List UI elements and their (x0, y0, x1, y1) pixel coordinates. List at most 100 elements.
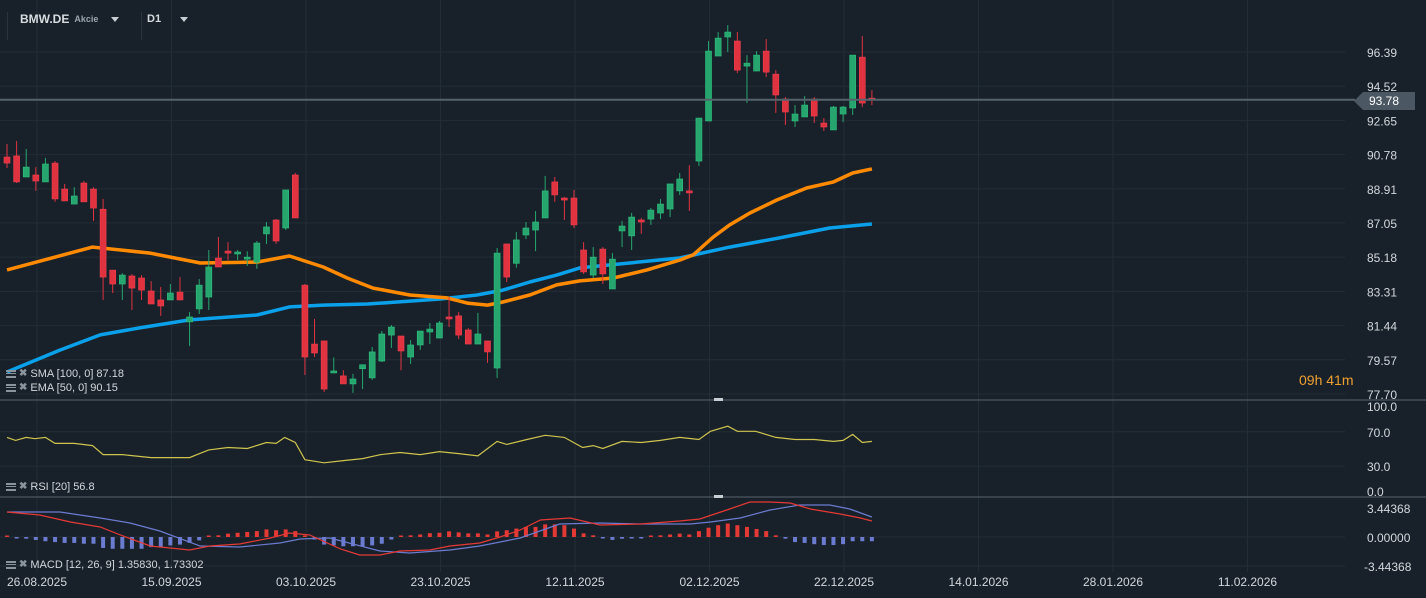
candles (3, 25, 876, 393)
candle-body (445, 316, 453, 320)
candle-body (407, 344, 414, 358)
candle-down (311, 318, 318, 358)
macd-histogram-bar-negative (841, 537, 846, 545)
candle-down (215, 236, 222, 268)
settings-lines-icon[interactable] (6, 384, 16, 392)
macd-histogram-bar-positive (206, 535, 211, 537)
rsi-axis-label: 70.0 (1367, 426, 1391, 440)
candle-down (320, 340, 328, 392)
candle-body (561, 197, 568, 201)
candle-up (388, 325, 395, 348)
macd-histogram-bar-negative (14, 537, 19, 539)
macd-histogram-bar-negative (821, 537, 826, 546)
macd-histogram-bar-positive (235, 532, 240, 537)
candle-down (32, 167, 40, 191)
macd-histogram-bar-negative (793, 537, 798, 543)
candle-body (215, 257, 222, 268)
candle-body (70, 195, 78, 205)
macd-histogram-bar-positive (456, 532, 461, 537)
close-icon[interactable]: ✖ (19, 369, 27, 379)
macd-histogram-bar-positive (447, 531, 452, 537)
candle-body (224, 250, 232, 254)
macd-histogram-bar-positive (302, 535, 307, 537)
candle-body (666, 183, 674, 210)
macd-histogram-bar-positive (475, 533, 480, 537)
header-divider (141, 12, 142, 40)
candle-body (513, 239, 520, 264)
candle-body (628, 216, 635, 237)
candle-up (253, 241, 261, 269)
macd-histogram-bar-negative (110, 537, 115, 549)
candle-down (3, 144, 11, 169)
candle-body (551, 181, 559, 196)
close-icon[interactable]: ✖ (19, 482, 27, 492)
candle-body (272, 219, 280, 242)
candle-body (657, 203, 664, 214)
macd-histogram-bar-positive (514, 528, 519, 537)
macd-histogram-bar-positive (399, 535, 404, 537)
candle-up (743, 55, 751, 104)
macd-histogram-bar-negative (600, 537, 605, 539)
macd-line (7, 504, 873, 554)
macd-histogram-bar-positive (264, 529, 269, 537)
candle-up (618, 220, 626, 248)
panel-resize-handle[interactable] (714, 398, 723, 401)
candle-up (532, 211, 539, 252)
macd-label: MACD [12, 26, 9] 1.35830, 1.73302 (30, 559, 204, 571)
candle-down (772, 70, 780, 113)
candle-down (734, 32, 741, 74)
time-axis-label: 14.01.2026 (948, 575, 1008, 589)
price-chart[interactable]: 26.08.2025 15.09.2025 03.10.2025 23.10.2025… (0, 0, 1426, 598)
panel-resize-handle[interactable] (714, 495, 723, 498)
candle-body (810, 98, 818, 117)
rsi-label: RSI [20] 56.8 (30, 481, 95, 493)
macd-histogram-bar-negative (43, 537, 48, 542)
symbol-name: BMW.DE (20, 12, 70, 26)
macd-histogram-bar-positive (466, 533, 471, 537)
macd-histogram-bar-positive (658, 535, 663, 537)
candle-body (186, 316, 193, 323)
macd-histogram-bar-positive (245, 531, 250, 537)
macd-histogram-bar-positive (485, 534, 490, 537)
settings-lines-icon[interactable] (6, 483, 16, 491)
timeframe-selector[interactable]: D1 (147, 10, 189, 28)
macd-histogram-bar-negative (379, 537, 384, 544)
candle-body (90, 188, 97, 209)
candle-body (839, 106, 847, 115)
macd-histogram-bar-negative (802, 537, 807, 543)
candle-body (474, 333, 482, 345)
macd-histogram-bar-positive (495, 531, 500, 537)
candle-up (705, 41, 712, 122)
settings-lines-icon[interactable] (6, 561, 16, 569)
symbol-selector[interactable]: BMW.DE Akcie (20, 10, 120, 28)
macd-histogram-bar-negative (72, 537, 77, 543)
candle-body (772, 73, 780, 96)
candle-body (368, 351, 376, 379)
time-axis-label: 28.01.2026 (1083, 575, 1143, 589)
macd-histogram-bar-positive (687, 534, 692, 537)
candle-up (426, 323, 434, 345)
candle-up (724, 25, 732, 52)
candle-body (589, 256, 597, 276)
candle-up (791, 105, 799, 128)
macd-histogram-bar-positive (5, 535, 9, 537)
macd-histogram-bar-positive (581, 533, 586, 537)
macd-histogram-bar-positive (716, 525, 721, 537)
close-icon[interactable]: ✖ (19, 383, 27, 393)
close-icon[interactable]: ✖ (19, 560, 27, 570)
candle-up (195, 279, 203, 315)
candle-body (378, 333, 386, 362)
candle-up (70, 187, 78, 205)
price-axis-label: 81.44 (1367, 320, 1397, 334)
candle-body (801, 104, 808, 118)
candle-body (301, 284, 309, 358)
candle-body (61, 188, 68, 202)
macd-histogram-bar-positive (754, 528, 759, 537)
candle-body (51, 162, 59, 200)
macd-histogram-bar-positive (543, 524, 548, 537)
settings-lines-icon[interactable] (6, 370, 16, 378)
candle-body (340, 375, 347, 385)
macd-histogram-bar-positive (437, 532, 442, 537)
macd-histogram-bar-positive (427, 533, 432, 537)
time-axis-label: 11.02.2026 (1218, 575, 1277, 589)
